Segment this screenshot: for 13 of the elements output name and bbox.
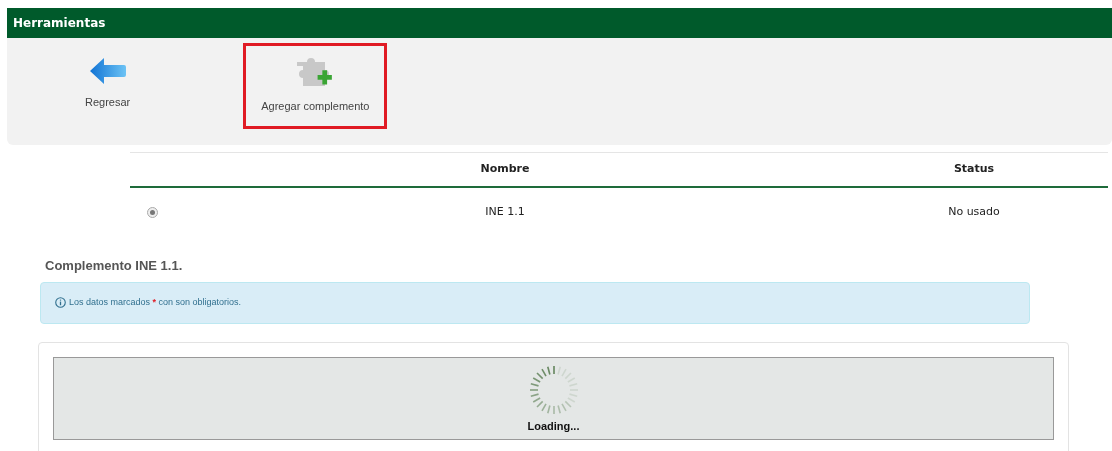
notice-text: Los datos marcados * con son obligatorios.: [69, 295, 242, 309]
add-plugin-button[interactable]: Agregar complemento: [243, 43, 388, 129]
back-arrow-icon: [89, 58, 126, 84]
back-button[interactable]: Regresar: [67, 43, 149, 125]
info-icon: [55, 297, 66, 308]
section-title: Complemento INE 1.1.: [45, 257, 184, 275]
table-cell: No usado: [948, 204, 1000, 218]
radio-button[interactable]: [146, 206, 158, 218]
column-header: Status: [953, 162, 995, 176]
table-cell: INE 1.1: [485, 204, 525, 218]
header-title: Herramientas: [13, 15, 106, 32]
column-header: Nombre: [480, 162, 530, 176]
loading-text: Loading...: [527, 418, 580, 434]
